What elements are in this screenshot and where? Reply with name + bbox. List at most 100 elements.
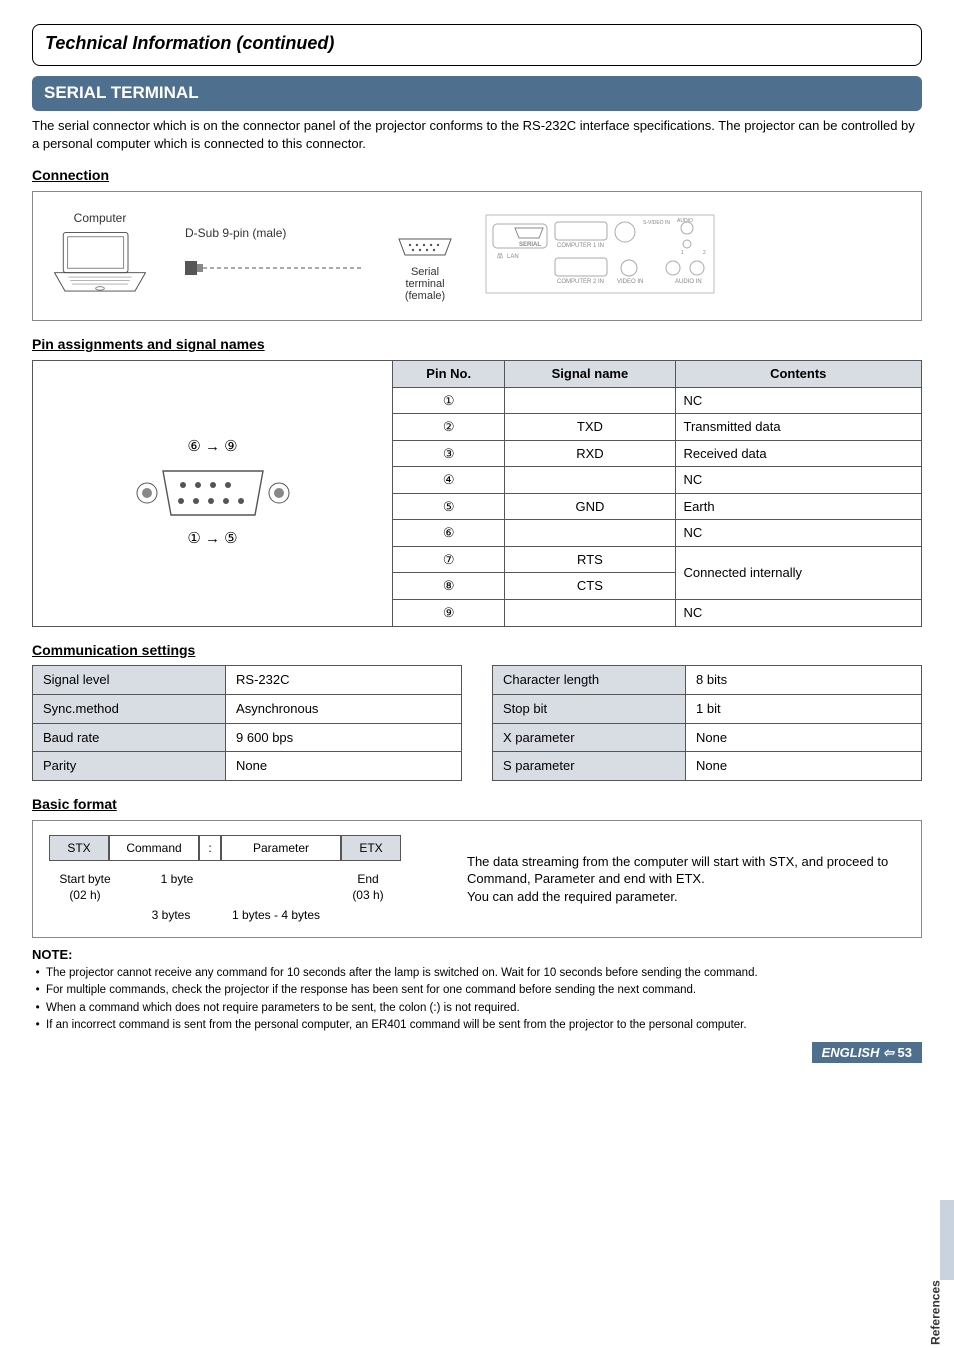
svg-text:VIDEO IN: VIDEO IN	[617, 279, 643, 285]
table-row: ParityNone	[33, 752, 462, 781]
serial-label-3: (female)	[395, 290, 455, 302]
cell: Signal level	[33, 666, 226, 695]
cell: Asynchronous	[226, 695, 462, 724]
cell: ②	[393, 414, 505, 441]
table-row: Baud rate9 600 bps	[33, 723, 462, 752]
side-tab-label: References	[928, 1280, 944, 1345]
serial-label-block: Serial terminal (female)	[395, 237, 455, 302]
serial-terminal-intro: The serial connector which is on the con…	[32, 117, 922, 152]
cell: ④	[393, 467, 505, 494]
cell: Character length	[493, 666, 686, 695]
cell: None	[226, 752, 462, 781]
cell: Baud rate	[33, 723, 226, 752]
pin-table-wrap: Pin No. Signal name Contents ①NC ②TXDTra…	[392, 360, 922, 626]
cell: NC	[675, 600, 921, 627]
cell: S parameter	[493, 752, 686, 781]
footer-page: 53	[898, 1045, 912, 1060]
cell: RTS	[505, 546, 675, 573]
cell: ⑥	[393, 520, 505, 547]
serial-label-2: terminal	[395, 278, 455, 290]
format-cmd-row: STX Command : Parameter ETX	[49, 835, 439, 861]
cell: ⑤	[393, 493, 505, 520]
format-ann-row-2: 3 bytes 1 bytes - 4 bytes	[49, 907, 439, 923]
serial-label-1: Serial	[395, 266, 455, 278]
table-row: ③RXDReceived data	[393, 440, 922, 467]
format-box: STX Command : Parameter ETX Start byte(0…	[32, 820, 922, 939]
svg-text:COMPUTER 2 IN: COMPUTER 2 IN	[557, 279, 604, 285]
serial-terminal-title: SERIAL TERMINAL	[32, 76, 922, 111]
ann-bytes3: 3 bytes	[131, 907, 211, 923]
dsub-connector-icon	[133, 463, 293, 523]
pins-heading: Pin assignments and signal names	[32, 335, 922, 354]
cell	[505, 520, 675, 547]
cell: Parity	[33, 752, 226, 781]
cell: TXD	[505, 414, 675, 441]
cable-block: D-Sub 9-pin (male)	[185, 225, 365, 288]
table-row: Character length8 bits	[493, 666, 922, 695]
table-row: Signal levelRS-232C	[33, 666, 462, 695]
cell: 8 bits	[686, 666, 922, 695]
cell: Connected internally	[675, 546, 921, 599]
ann-cmd1: 1 byte	[121, 871, 233, 903]
ann-start2: (02 h)	[69, 888, 100, 902]
format-diagram: STX Command : Parameter ETX Start byte(0…	[49, 835, 439, 924]
cell-command: Command	[109, 835, 199, 861]
col-pin: Pin No.	[393, 361, 505, 388]
pins-block: ⑥ → ⑨ ① → ⑤ Pin No. Signal name Contents…	[32, 360, 922, 626]
computer-label: Computer	[45, 210, 155, 226]
cell	[505, 387, 675, 414]
list-item: The projector cannot receive any command…	[46, 966, 922, 982]
svg-text:LAN: LAN	[507, 254, 519, 260]
table-row: Stop bit1 bit	[493, 695, 922, 724]
table-row: ④NC	[393, 467, 922, 494]
ann-bytes14: 1 bytes - 4 bytes	[211, 907, 341, 923]
ann-end2: (03 h)	[352, 888, 383, 902]
svg-text:品: 品	[497, 253, 503, 260]
pin-diagram: ⑥ → ⑨ ① → ⑤	[32, 360, 392, 626]
connector-panel-mini: 品 LAN SERIAL COMPUTER 1 IN COMPUTER 2 IN…	[485, 214, 715, 298]
cell: ①	[393, 387, 505, 414]
serial-port-icon	[395, 237, 455, 263]
cell-stx: STX	[49, 835, 109, 861]
connection-heading: Connection	[32, 166, 922, 185]
page-section-header-box: Technical Information (continued)	[32, 24, 922, 66]
footer-arrow: ⇦	[883, 1045, 894, 1060]
col-signal: Signal name	[505, 361, 675, 388]
cell: 1 bit	[686, 695, 922, 724]
cell: Sync.method	[33, 695, 226, 724]
cell: RXD	[505, 440, 675, 467]
table-row: ⑨ NC	[393, 600, 922, 627]
cell: ⑧	[393, 573, 505, 600]
ann-end1: End	[357, 872, 378, 886]
cell: Received data	[675, 440, 921, 467]
dsub-label: D-Sub 9-pin (male)	[185, 225, 365, 241]
table-row: ⑥ NC	[393, 520, 922, 547]
cell: NC	[675, 520, 921, 547]
table-header-row: Pin No. Signal name Contents	[393, 361, 922, 388]
svg-text:SERIAL: SERIAL	[519, 242, 541, 248]
table-row: Sync.methodAsynchronous	[33, 695, 462, 724]
list-item: When a command which does not require pa…	[46, 1001, 922, 1017]
page-footer: ENGLISH ⇦ 53	[32, 1042, 922, 1064]
cell: ⑦	[393, 546, 505, 573]
pin-diagram-top: ⑥ → ⑨	[187, 437, 237, 457]
svg-text:1: 1	[681, 250, 684, 256]
comm-tables: Signal levelRS-232C Sync.methodAsynchron…	[32, 665, 922, 780]
cell: CTS	[505, 573, 675, 600]
cell: X parameter	[493, 723, 686, 752]
table-row: ①NC	[393, 387, 922, 414]
cell: Stop bit	[493, 695, 686, 724]
comm-table-left: Signal levelRS-232C Sync.methodAsynchron…	[32, 665, 462, 780]
svg-text:AUDIO: AUDIO	[677, 218, 693, 224]
cell-colon: :	[199, 835, 221, 861]
cell: ③	[393, 440, 505, 467]
cell-parameter: Parameter	[221, 835, 341, 861]
notes-list: The projector cannot receive any command…	[32, 966, 922, 1034]
comm-table-right: Character length8 bits Stop bit1 bit X p…	[492, 665, 922, 780]
comm-heading: Communication settings	[32, 641, 922, 660]
cell: ⑨	[393, 600, 505, 627]
connection-diagram: Computer D-Sub 9-pin (male) Serial termi…	[32, 191, 922, 321]
footer-badge: ENGLISH ⇦ 53	[812, 1042, 922, 1064]
list-item: For multiple commands, check the project…	[46, 983, 922, 999]
notes-title: NOTE:	[32, 946, 922, 964]
